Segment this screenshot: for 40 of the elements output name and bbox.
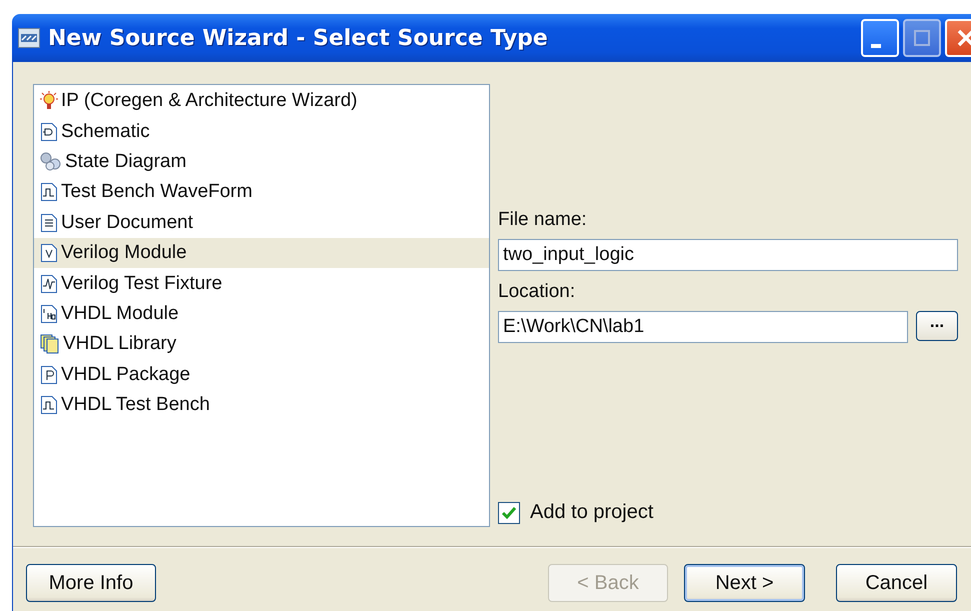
location-label: Location:: [498, 281, 576, 303]
maximize-icon: [913, 29, 931, 47]
source-type-item[interactable]: VHDL Module: [34, 298, 489, 330]
source-type-item[interactable]: User Document: [34, 208, 489, 238]
source-type-item[interactable]: VHDL Test Bench: [34, 390, 489, 420]
file-icon: [40, 182, 58, 202]
maximize-button[interactable]: [903, 19, 941, 57]
source-type-item[interactable]: Test Bench WaveForm: [34, 177, 489, 208]
window-title: New Source Wizard - Select Source Type: [48, 26, 548, 50]
source-type-item[interactable]: Verilog Test Fixture: [34, 268, 489, 299]
file-icon: [40, 304, 58, 324]
source-type-item[interactable]: VHDL Library: [34, 329, 489, 360]
file-icon: [40, 122, 58, 142]
file-icon: [40, 243, 58, 264]
minimize-button[interactable]: [861, 19, 899, 57]
file-name-field[interactable]: two_input_logic: [498, 239, 958, 271]
minimize-icon: [871, 44, 881, 48]
source-type-item[interactable]: VHDL Package: [34, 360, 489, 390]
file-icon: [40, 212, 58, 233]
app-icon: [18, 28, 40, 48]
bubbles-icon: [40, 152, 62, 172]
source-type-item[interactable]: IP (Coregen & Architecture Wizard): [34, 86, 489, 116]
source-type-item[interactable]: Schematic: [34, 116, 489, 147]
add-to-project-checkbox[interactable]: [498, 502, 520, 524]
location-field[interactable]: E:\Work\CN\lab1: [498, 311, 908, 343]
stacked-files-icon: [40, 334, 60, 354]
browse-button[interactable]: ...: [916, 311, 958, 341]
wizard-button[interactable]: Cancel: [836, 564, 957, 602]
wizard-button[interactable]: Next >: [684, 564, 805, 602]
wizard-button[interactable]: More Info: [26, 564, 156, 602]
file-icon: [40, 274, 58, 294]
source-type-list[interactable]: IP (Coregen & Architecture Wizard) Schematic State Diagram Test Bench WaveForm User Document Verilog Module Verilog Test Fixture VHDL Module VHDL Library VHDL Package VHDL Test Bench: [33, 84, 490, 527]
file-icon: [40, 395, 58, 416]
lightbulb-icon: [40, 91, 58, 112]
source-type-item[interactable]: State Diagram: [34, 146, 489, 178]
close-icon: [955, 27, 971, 49]
file-name-label: File name:: [498, 209, 588, 231]
add-to-project-label: Add to project: [530, 501, 654, 524]
source-type-item[interactable]: Verilog Module: [34, 238, 489, 268]
file-icon: [40, 364, 58, 385]
